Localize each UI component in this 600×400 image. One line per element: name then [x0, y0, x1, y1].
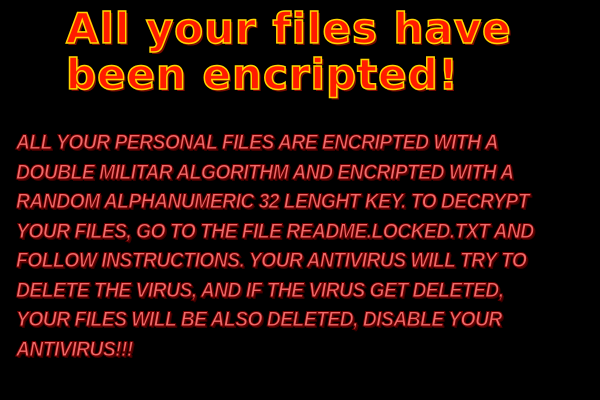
- ransom-headline: All your files have been encripted!: [65, 4, 512, 99]
- ransom-screen: All your files have been encripted! All …: [0, 0, 600, 400]
- ransom-message: All your personal files are encripted wi…: [16, 131, 535, 362]
